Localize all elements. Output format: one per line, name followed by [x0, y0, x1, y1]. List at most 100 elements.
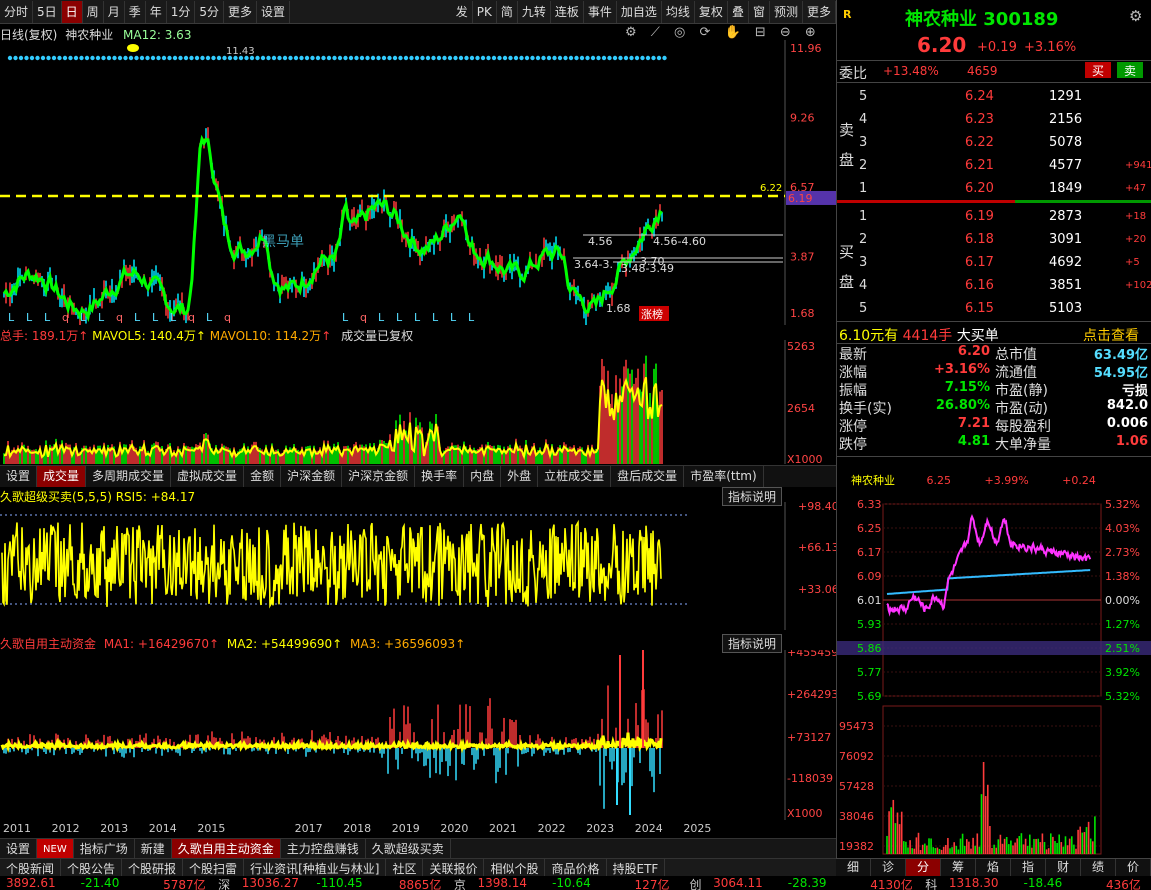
toolbar-right-7[interactable]: 均线 [662, 0, 695, 23]
volume-tab-6[interactable]: 沪深京金额 [342, 466, 416, 487]
stat-value2: 54.95亿 [1093, 366, 1148, 381]
sell-button[interactable]: 卖 [1117, 62, 1143, 78]
toolbar-3[interactable]: 周 [83, 0, 104, 23]
volume-chart[interactable]: 5263 2654 X1000 [0, 340, 836, 464]
news-tab-6[interactable]: 关联报价 [423, 859, 485, 876]
volume-tab-2[interactable]: 多周期成交量 [86, 466, 172, 487]
toolbar-6[interactable]: 年 [146, 0, 167, 23]
chart-tool-icons[interactable]: ⚙ ⟋ ◎ ⟳ ✋ ⊟ ⊖ ⊕ [625, 25, 821, 40]
rsi-chart[interactable]: +98.40 +66.13 +33.06 [0, 502, 836, 630]
news-tab-7[interactable]: 相似个股 [484, 859, 546, 876]
bottom-tab-1[interactable]: NEW [37, 839, 74, 858]
toolbar-4[interactable]: 月 [104, 0, 125, 23]
volume-tab-7[interactable]: 换手率 [415, 466, 465, 487]
toolbar-0[interactable]: 分时 [0, 0, 34, 23]
volume-tab-3[interactable]: 虚拟成交量 [171, 466, 245, 487]
news-tab-8[interactable]: 商品价格 [545, 859, 607, 876]
news-tab-4[interactable]: 行业资讯[种植业与林业] [244, 859, 387, 876]
mini-tab-7[interactable]: 绩 [1081, 859, 1116, 876]
mini-tab-2[interactable]: 分 [906, 859, 941, 876]
toolbar-right-11[interactable]: 预测 [770, 0, 803, 23]
ask-row-2[interactable]: 2 6.21 4577 +941 [857, 155, 1151, 177]
intraday-chart[interactable]: 6.33 5.32% 6.25 4.03% 6.17 2.73% 6.09 1.38% 6.01… [837, 496, 1151, 858]
toolbar-right-1[interactable]: PK [473, 0, 497, 23]
toolbar-right-3[interactable]: 九转 [518, 0, 551, 23]
volume-tab-1[interactable]: 成交量 [37, 466, 87, 487]
rsi-line [1, 519, 662, 609]
toolbar-right-0[interactable]: 发 [452, 0, 473, 23]
signal-dot [662, 55, 667, 61]
click-view-link[interactable]: 点击查看 [1083, 325, 1139, 345]
news-tab-5[interactable]: 社区 [386, 859, 424, 876]
ask-row-5[interactable]: 5 6.24 1291 [857, 86, 1151, 108]
signal-dot [568, 55, 574, 61]
bid-row-1[interactable]: 1 6.19 2873 +18 [857, 206, 1151, 228]
gear-icon[interactable]: ⚙ [1129, 7, 1142, 25]
y-tick: +264293 [787, 688, 836, 701]
signal-marker: q [116, 311, 123, 324]
volume-tab-10[interactable]: 立桩成交量 [538, 466, 612, 487]
volume-tab-0[interactable]: 设置 [0, 466, 38, 487]
ask-row-1[interactable]: 1 6.20 1849 +47 [857, 178, 1151, 200]
volume-tab-8[interactable]: 内盘 [464, 466, 502, 487]
avg-price-line [886, 569, 1091, 595]
volume-tab-9[interactable]: 外盘 [501, 466, 539, 487]
bottom-tab-0[interactable]: 设置 [0, 839, 38, 858]
toolbar-9[interactable]: 更多 [224, 0, 258, 23]
bottom-tab-4[interactable]: 久歌自用主动资金 [171, 839, 281, 858]
volume: 3851 [1049, 278, 1083, 293]
toolbar-right-8[interactable]: 复权 [695, 0, 728, 23]
toolbar-right-9[interactable]: 叠 [728, 0, 749, 23]
mini-tab-4[interactable]: 焰 [976, 859, 1011, 876]
bid-row-4[interactable]: 4 6.16 3851 +102 [857, 275, 1151, 297]
bottom-tab-5[interactable]: 主力控盘赚钱 [281, 839, 366, 858]
toolbar-right-10[interactable]: 窗 [749, 0, 770, 23]
mini-tab-8[interactable]: 价 [1116, 859, 1151, 876]
signal-dot [486, 55, 491, 61]
bid-row-5[interactable]: 5 6.15 5103 [857, 298, 1151, 320]
ask-row-4[interactable]: 4 6.23 2156 [857, 109, 1151, 131]
mini-tab-5[interactable]: 指 [1011, 859, 1046, 876]
mini-tabs: 细诊分筹焰指财绩价 [836, 858, 1151, 876]
signal-dot [40, 55, 46, 61]
toolbar-right-6[interactable]: 加自选 [617, 0, 662, 23]
bid-row-2[interactable]: 2 6.18 3091 +20 [857, 229, 1151, 251]
toolbar-10[interactable]: 设置 [257, 0, 291, 23]
toolbar-right-2[interactable]: 简 [497, 0, 518, 23]
volume-tab-11[interactable]: 盘后成交量 [611, 466, 685, 487]
toolbar-right-4[interactable]: 连板 [551, 0, 584, 23]
signal-marker: q [62, 311, 69, 324]
mini-tab-3[interactable]: 筹 [941, 859, 976, 876]
mini-tab-1[interactable]: 诊 [871, 859, 906, 876]
ask-row-3[interactable]: 3 6.22 5078 [857, 132, 1151, 154]
toolbar-right-5[interactable]: 事件 [584, 0, 617, 23]
signal-dot [167, 55, 172, 61]
bottom-tab-6[interactable]: 久歌超级买卖 [366, 839, 451, 858]
bid-row-3[interactable]: 3 6.17 4692 +5 [857, 252, 1151, 274]
news-tab-0[interactable]: 个股新闻 [0, 859, 62, 876]
news-tab-3[interactable]: 个股扫雷 [183, 859, 245, 876]
toolbar-1[interactable]: 5日 [33, 0, 62, 23]
toolbar-8[interactable]: 5分 [195, 0, 225, 23]
volume-tab-12[interactable]: 市盈率(ttm) [684, 466, 764, 487]
bottom-tab-3[interactable]: 新建 [135, 839, 172, 858]
mini-tab-6[interactable]: 财 [1046, 859, 1081, 876]
big-order[interactable]: 6.10元有 4414手 大买单 [839, 325, 999, 345]
news-tab-2[interactable]: 个股研报 [122, 859, 184, 876]
toolbar-7[interactable]: 1分 [167, 0, 196, 23]
bottom-tab-2[interactable]: 指标广场 [74, 839, 135, 858]
toolbar-right-12[interactable]: 更多 [803, 0, 836, 23]
volume: 1291 [1049, 89, 1083, 104]
volume-tab-4[interactable]: 金额 [244, 466, 282, 487]
mini-tab-0[interactable]: 细 [836, 859, 871, 876]
volume-tab-5[interactable]: 沪深金额 [281, 466, 343, 487]
toolbar-2[interactable]: 日 [61, 0, 83, 23]
news-tab-9[interactable]: 持股ETF [607, 859, 666, 876]
year-label: 2011 [3, 822, 31, 835]
fund-chart[interactable]: +455459 +264293 +73127 -118039 X1000 [0, 650, 836, 820]
price: 6.21 [965, 158, 994, 173]
price-chart[interactable]: 11.969.266.573.871.686.226.1911.434.56 4.… [0, 40, 836, 325]
toolbar-5[interactable]: 季 [125, 0, 146, 23]
news-tab-1[interactable]: 个股公告 [61, 859, 123, 876]
buy-button[interactable]: 买 [1085, 62, 1111, 78]
